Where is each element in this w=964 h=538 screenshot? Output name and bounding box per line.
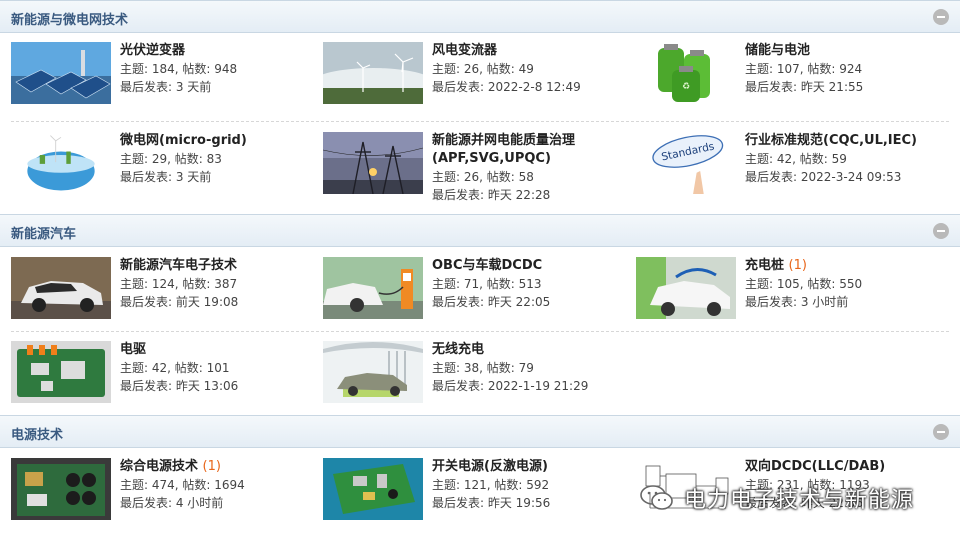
forum-stats: 主题: 184, 帖数: 948 — [120, 62, 238, 76]
forum-item[interactable]: 开关电源(反激电源) 主题: 121, 帖数: 592 最后发表: 昨天 19:… — [323, 458, 633, 522]
wind-turbine-thumb[interactable] — [323, 42, 423, 104]
forum-title[interactable]: 充电桩 — [745, 258, 784, 273]
collapse-icon[interactable] — [933, 223, 949, 239]
forum-title[interactable]: 储能与电池 — [745, 43, 810, 58]
forum-last-post: 最后发表: 昨天 19:56 — [432, 496, 551, 510]
forum-title[interactable]: 新能源汽车电子技术 — [120, 258, 237, 273]
section-header-power-supply: 电源技术 — [0, 415, 960, 448]
motor-drive-thumb[interactable] — [11, 341, 111, 403]
forum-item[interactable]: ♻ 储能与电池 主题: 107, 帖数: 924 最后发表: 昨天 21:55 — [636, 42, 946, 106]
solar-panel-thumb[interactable] — [11, 42, 111, 104]
row-divider — [11, 121, 949, 122]
forum-last-post: 最后发表: 2022-2-8 12:49 — [432, 80, 581, 94]
section-title: 新能源汽车 — [11, 227, 77, 242]
forum-last-post: 最后发表: 3 小时前 — [745, 295, 849, 309]
forum-item[interactable]: 无线充电 主题: 38, 帖数: 79 最后发表: 2022-1-19 21:2… — [323, 341, 633, 405]
forum-stats: 主题: 107, 帖数: 924 — [745, 62, 863, 76]
pcb-thumb[interactable] — [323, 458, 423, 520]
battery-thumb[interactable]: ♻ — [636, 42, 736, 104]
obc-charging-thumb[interactable] — [323, 257, 423, 319]
forum-title[interactable]: 光伏逆变器 — [120, 43, 185, 58]
forum-stats: 主题: 38, 帖数: 79 — [432, 361, 534, 375]
forum-title[interactable]: 无线充电 — [432, 342, 484, 357]
forum-title[interactable]: OBC与车载DCDC — [432, 258, 542, 273]
collapse-icon[interactable] — [933, 9, 949, 25]
forum-last-post: 最后发表: 4 小时前 — [120, 496, 224, 510]
new-post-count: (1) — [788, 258, 807, 273]
forum-last-post: 最后发表: 2022-3-24 09:53 — [745, 170, 902, 184]
watermark-text: 电力电子技术与新能源 — [684, 488, 915, 513]
power-tower-thumb[interactable] — [323, 132, 423, 194]
forum-stats: 主题: 121, 帖数: 592 — [432, 478, 550, 492]
forum-item[interactable]: 综合电源技术 (1) 主题: 474, 帖数: 1694 最后发表: 4 小时前 — [11, 458, 321, 522]
forum-title[interactable]: 行业标准规范(CQC,UL,IEC) — [745, 133, 917, 148]
section-header-new-energy: 新能源与微电网技术 — [0, 0, 960, 33]
forum-last-post: 最后发表: 昨天 22:05 — [432, 295, 551, 309]
forum-item[interactable]: OBC与车载DCDC 主题: 71, 帖数: 513 最后发表: 昨天 22:0… — [323, 257, 633, 321]
forum-last-post: 最后发表: 昨天 13:06 — [120, 379, 239, 393]
power-board-thumb[interactable] — [11, 458, 111, 520]
forum-title[interactable]: 电驱 — [120, 342, 146, 357]
forum-item[interactable]: 微电网(micro-grid) 主题: 29, 帖数: 83 最后发表: 3 天… — [11, 132, 321, 196]
collapse-icon[interactable] — [933, 424, 949, 440]
section-title: 新能源与微电网技术 — [11, 13, 129, 28]
charging-pile-thumb[interactable] — [636, 257, 736, 319]
forum-stats: 主题: 26, 帖数: 58 — [432, 170, 534, 184]
forum-stats: 主题: 71, 帖数: 513 — [432, 277, 542, 291]
wechat-icon — [640, 485, 673, 510]
forum-stats: 主题: 42, 帖数: 59 — [745, 152, 847, 166]
forum-last-post: 最后发表: 昨天 22:28 — [432, 188, 551, 202]
forum-item[interactable]: 风电变流器 主题: 26, 帖数: 49 最后发表: 2022-2-8 12:4… — [323, 42, 633, 106]
wireless-charging-thumb[interactable] — [323, 341, 423, 403]
watermark: 电力电子技术与新能源 — [640, 478, 914, 518]
forum-item[interactable]: 新能源并网电能质量治理(APF,SVG,UPQC) 主题: 26, 帖数: 58… — [323, 132, 633, 202]
section-header-nev: 新能源汽车 — [0, 214, 960, 247]
forum-item[interactable]: 电驱 主题: 42, 帖数: 101 最后发表: 昨天 13:06 — [11, 341, 321, 405]
forum-item[interactable]: 充电桩 (1) 主题: 105, 帖数: 550 最后发表: 3 小时前 — [636, 257, 946, 321]
row-divider — [11, 331, 949, 332]
forum-stats: 主题: 26, 帖数: 49 — [432, 62, 534, 76]
ev-car-thumb[interactable] — [11, 257, 111, 319]
forum-stats: 主题: 105, 帖数: 550 — [745, 277, 863, 291]
forum-title[interactable]: 新能源并网电能质量治理(APF,SVG,UPQC) — [432, 133, 575, 166]
forum-last-post: 最后发表: 3 天前 — [120, 80, 212, 94]
standards-thumb[interactable]: Standards — [636, 132, 736, 194]
new-post-count: (1) — [202, 459, 221, 474]
svg-text:♻: ♻ — [682, 82, 690, 92]
microgrid-thumb[interactable] — [11, 132, 111, 194]
forum-stats: 主题: 42, 帖数: 101 — [120, 361, 230, 375]
forum-item[interactable]: Standards 行业标准规范(CQC,UL,IEC) 主题: 42, 帖数:… — [636, 132, 946, 196]
forum-last-post: 最后发表: 2022-1-19 21:29 — [432, 379, 589, 393]
forum-title[interactable]: 双向DCDC(LLC/DAB) — [745, 459, 885, 474]
forum-item[interactable]: 新能源汽车电子技术 主题: 124, 帖数: 387 最后发表: 前天 19:0… — [11, 257, 321, 321]
forum-stats: 主题: 29, 帖数: 83 — [120, 152, 222, 166]
forum-item[interactable]: 光伏逆变器 主题: 184, 帖数: 948 最后发表: 3 天前 — [11, 42, 321, 106]
forum-stats: 主题: 124, 帖数: 387 — [120, 277, 238, 291]
forum-last-post: 最后发表: 3 天前 — [120, 170, 212, 184]
forum-last-post: 最后发表: 前天 19:08 — [120, 295, 239, 309]
forum-stats: 主题: 474, 帖数: 1694 — [120, 478, 245, 492]
forum-last-post: 最后发表: 昨天 21:55 — [745, 80, 864, 94]
forum-title[interactable]: 综合电源技术 — [120, 459, 198, 474]
forum-title[interactable]: 微电网(micro-grid) — [120, 133, 247, 148]
forum-title[interactable]: 风电变流器 — [432, 43, 497, 58]
forum-title[interactable]: 开关电源(反激电源) — [432, 459, 548, 474]
section-title: 电源技术 — [11, 428, 64, 443]
